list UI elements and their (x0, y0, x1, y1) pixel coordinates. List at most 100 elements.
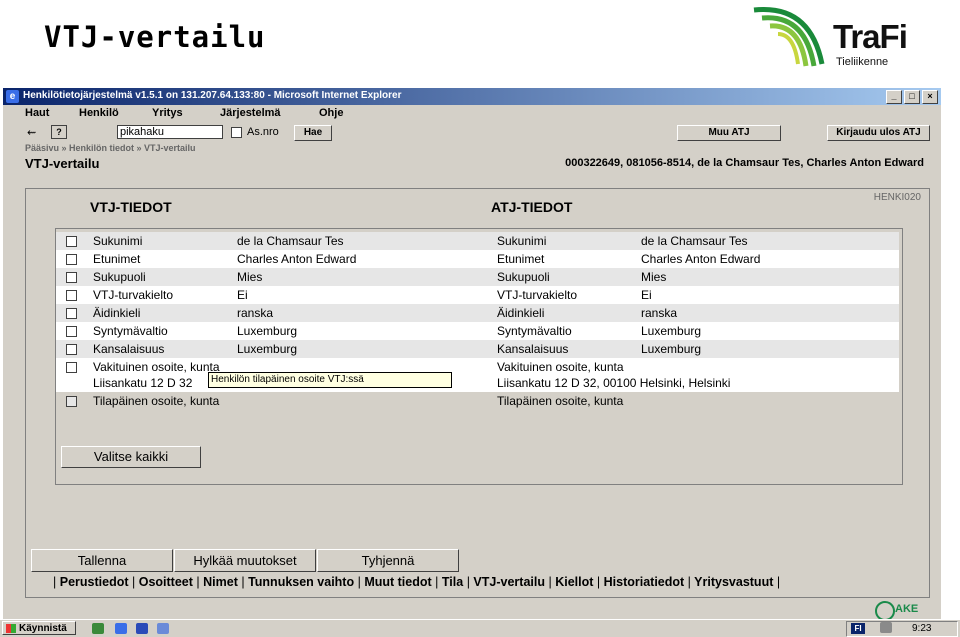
vtj-label: Tilapäinen osoite, kunta (93, 394, 220, 408)
vtj-label: Kansalaisuus (93, 342, 165, 356)
table-row: Etunimet Charles Anton Edward Etunimet C… (56, 250, 899, 268)
logout-button[interactable]: Kirjaudu ulos ATJ (827, 125, 930, 141)
search-button[interactable]: Hae (294, 125, 332, 141)
menu-henkilo[interactable]: Henkilö (79, 107, 119, 119)
title-bar: e Henkilötietojärjestelmä v1.5.1 on 131.… (3, 88, 941, 105)
nav-nimet[interactable]: Nimet (203, 575, 238, 589)
vtj-label: Äidinkieli (93, 306, 141, 320)
atj-value: ranska (641, 306, 678, 320)
row-checkbox[interactable] (66, 326, 77, 337)
ie-icon: e (6, 90, 19, 103)
maximize-button[interactable]: □ (904, 90, 920, 104)
toolbar: ⇜ ? pikahaku As.nro Hae Muu ATJ Kirjaudu… (3, 123, 941, 143)
windows-flag-icon (6, 624, 16, 633)
vtj-label: Etunimet (93, 252, 141, 266)
quicklaunch-desktop-icon[interactable] (92, 623, 104, 634)
atj-label: VTJ-turvakielto (497, 288, 578, 302)
menu-yritys[interactable]: Yritys (152, 107, 183, 119)
vtj-value: Liisankatu 12 D 32 (93, 376, 193, 390)
row-checkbox[interactable] (66, 362, 77, 373)
nav-vtj-vertailu[interactable]: VTJ-vertailu (473, 575, 545, 589)
atj-value: Mies (641, 270, 667, 284)
row-checkbox[interactable] (66, 236, 77, 247)
slide-title: VTJ-vertailu (44, 20, 266, 54)
comparison-panel: HENKI020 VTJ-TIEDOT ATJ-TIEDOT Sukunimi … (25, 188, 930, 598)
atj-column-title: ATJ-TIEDOT (491, 199, 573, 215)
vtj-value: Luxemburg (237, 342, 298, 356)
atj-label: Sukupuoli (497, 270, 550, 284)
logo-subtitle: Tieliikenne (836, 56, 889, 68)
close-button[interactable]: × (922, 90, 938, 104)
menu-jarjestelma[interactable]: Järjestelmä (220, 107, 281, 119)
nav-yritysvastuut[interactable]: Yritysvastuut (694, 575, 773, 589)
bottom-navigation: | Perustiedot | Osoitteet | Nimet | Tunn… (53, 575, 781, 589)
row-checkbox[interactable] (66, 308, 77, 319)
search-input[interactable]: pikahaku (117, 125, 223, 139)
vtj-value: Mies (237, 270, 263, 284)
atj-value: Charles Anton Edward (641, 252, 761, 266)
vtj-label: VTJ-turvakielto (93, 288, 174, 302)
tooltip: Henkilön tilapäinen osoite VTJ:ssä (208, 372, 452, 388)
back-arrow-icon[interactable]: ⇜ (27, 126, 36, 139)
table-row: Vakituinen osoite, kunta Liisankatu 12 D… (56, 358, 899, 392)
tray-network-icon[interactable] (880, 622, 892, 633)
row-checkbox[interactable] (66, 254, 77, 265)
atj-label: Äidinkieli (497, 306, 545, 320)
row-checkbox[interactable] (66, 290, 77, 301)
atj-value: Ei (641, 288, 652, 302)
clear-button[interactable]: Tyhjennä (317, 549, 459, 572)
vtj-label: Vakituinen osoite, kunta (93, 360, 220, 374)
minimize-button[interactable]: _ (886, 90, 902, 104)
quicklaunch-word-icon[interactable] (136, 623, 148, 634)
row-checkbox[interactable] (66, 344, 77, 355)
taskbar: Käynnistä (0, 619, 960, 637)
asnro-label: As.nro (247, 126, 279, 138)
start-button[interactable]: Käynnistä (2, 621, 76, 635)
nav-tunnuksen-vaihto[interactable]: Tunnuksen vaihto (248, 575, 354, 589)
vtj-value: de la Chamsaur Tes (237, 234, 344, 248)
save-button[interactable]: Tallenna (31, 549, 173, 572)
nav-historiatiedot[interactable]: Historiatiedot (604, 575, 685, 589)
vtj-label: Sukunimi (93, 234, 143, 248)
quicklaunch-ie-icon[interactable] (115, 623, 127, 634)
logo-text: TraFi (833, 18, 908, 55)
page-heading: VTJ-vertailu (25, 156, 100, 171)
table-row: Äidinkieli ranska Äidinkieli ranska (56, 304, 899, 322)
muu-atj-button[interactable]: Muu ATJ (677, 125, 781, 141)
menu-bar: Haut Henkilö Yritys Järjestelmä Ohje (3, 105, 941, 123)
ake-logo-text: AKE (895, 603, 919, 615)
menu-ohje[interactable]: Ohje (319, 107, 343, 119)
language-indicator[interactable]: FI (851, 623, 865, 634)
browser-window: e Henkilötietojärjestelmä v1.5.1 on 131.… (3, 88, 941, 636)
quicklaunch-outlook-icon[interactable] (157, 623, 169, 634)
breadcrumb[interactable]: Pääsivu » Henkilön tiedot » VTJ-vertailu (25, 143, 196, 153)
person-info: 000322649, 081056-8514, de la Chamsaur T… (565, 157, 924, 169)
vtj-column-title: VTJ-TIEDOT (90, 199, 172, 215)
vtj-value: Ei (237, 288, 248, 302)
atj-label: Kansalaisuus (497, 342, 569, 356)
select-all-button[interactable]: Valitse kaikki (61, 446, 201, 468)
table-row: VTJ-turvakielto Ei VTJ-turvakielto Ei (56, 286, 899, 304)
atj-value: de la Chamsaur Tes (641, 234, 748, 248)
vtj-value: Luxemburg (237, 324, 298, 338)
atj-label: Vakituinen osoite, kunta (497, 360, 624, 374)
row-checkbox[interactable] (66, 396, 77, 407)
table-row: Tilapäinen osoite, kunta Tilapäinen osoi… (56, 392, 899, 410)
row-checkbox[interactable] (66, 272, 77, 283)
help-icon[interactable]: ? (51, 125, 67, 139)
window-title: Henkilötietojärjestelmä v1.5.1 on 131.20… (23, 90, 402, 101)
start-label: Käynnistä (19, 623, 67, 634)
nav-kiellot[interactable]: Kiellot (555, 575, 593, 589)
reject-changes-button[interactable]: Hylkää muutokset (174, 549, 316, 572)
vtj-label: Syntymävaltio (93, 324, 168, 338)
vtj-value: ranska (237, 306, 274, 320)
asnro-checkbox[interactable] (231, 127, 242, 138)
vtj-label: Sukupuoli (93, 270, 146, 284)
nav-osoitteet[interactable]: Osoitteet (139, 575, 193, 589)
table-row: Kansalaisuus Luxemburg Kansalaisuus Luxe… (56, 340, 899, 358)
nav-perustiedot[interactable]: Perustiedot (60, 575, 129, 589)
nav-muut-tiedot[interactable]: Muut tiedot (364, 575, 431, 589)
atj-label: Syntymävaltio (497, 324, 572, 338)
menu-haut[interactable]: Haut (25, 107, 49, 119)
nav-tila[interactable]: Tila (442, 575, 463, 589)
